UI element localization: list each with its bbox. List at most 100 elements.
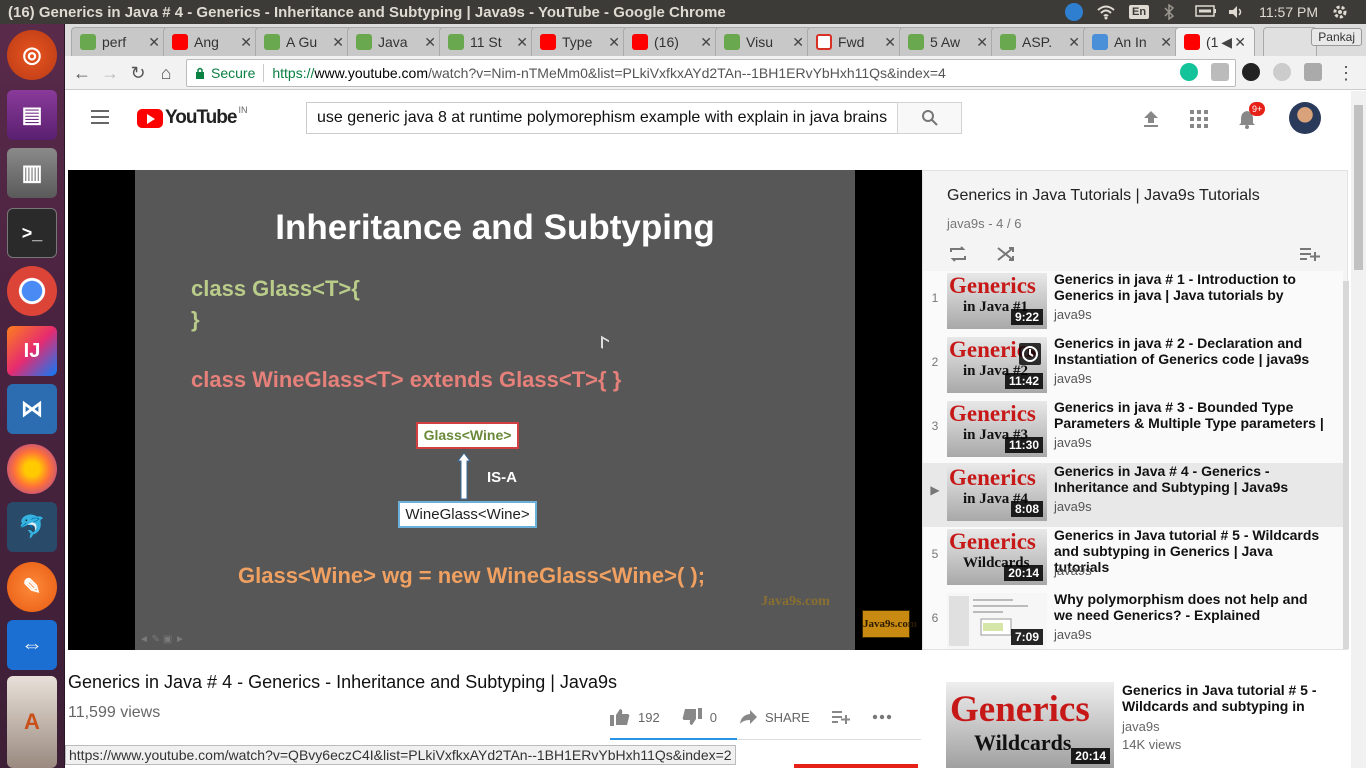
close-tab-icon[interactable]: ✕ (700, 34, 712, 51)
account-avatar[interactable] (1289, 102, 1321, 134)
settings-gear-icon[interactable] (1332, 4, 1350, 20)
hamburger-menu-icon[interactable] (91, 110, 109, 124)
extension-icon[interactable] (1273, 63, 1291, 81)
browser-tab[interactable]: Visu ✕ (715, 27, 813, 56)
video-player[interactable]: Inheritance and Subtyping class Glass<T>… (68, 170, 922, 650)
intellij-icon[interactable]: IJ (7, 326, 57, 376)
close-tab-icon[interactable]: ✕ (240, 34, 252, 51)
shuffle-icon[interactable] (995, 243, 1017, 265)
extension-icon[interactable] (1304, 63, 1322, 81)
tab-favicon-icon (356, 34, 372, 50)
close-tab-icon[interactable]: ✕ (1068, 34, 1080, 51)
home-icon[interactable]: ⌂ (155, 62, 177, 84)
volume-icon[interactable] (1227, 4, 1245, 20)
back-icon[interactable]: ← (71, 62, 93, 84)
software-store-icon[interactable]: A (7, 676, 57, 768)
up-next-thumbnail[interactable]: Generics Wildcards 20:14 (946, 682, 1114, 768)
browser-tab[interactable]: Ang ✕ (163, 27, 261, 56)
close-tab-icon[interactable]: ✕ (884, 34, 896, 51)
more-actions-icon[interactable] (872, 714, 892, 720)
search-button[interactable] (897, 102, 962, 134)
extension-icon[interactable] (1242, 63, 1260, 81)
browser-tab[interactable]: Java ✕ (347, 27, 445, 56)
close-tab-icon[interactable]: ✕ (516, 34, 528, 51)
browser-tab[interactable]: A Gu ✕ (255, 27, 353, 56)
chrome-menu-icon[interactable]: ⋮ (1335, 62, 1357, 84)
tab-label: Java (378, 34, 408, 50)
secure-indicator[interactable]: Secure (187, 65, 255, 81)
extension-icon[interactable] (1211, 63, 1229, 81)
wifi-icon[interactable] (1097, 4, 1115, 20)
youtube-logo[interactable]: YouTube IN (137, 105, 247, 129)
like-button[interactable]: 192 (610, 708, 660, 726)
playlist-item[interactable]: 5 Generics Wildcards 20:14 Generics in J… (923, 527, 1343, 591)
files-app-icon[interactable]: ▤ (7, 90, 57, 140)
subscribe-button-peek[interactable] (794, 764, 918, 768)
playlist-item[interactable]: 1 Generics in Java #1 9:22 Generics in j… (923, 271, 1343, 335)
battery-icon[interactable] (1195, 4, 1217, 20)
playlist-item[interactable]: 6 7:09 Why polymorphism does not help an… (923, 591, 1343, 655)
scrollbar-thumb[interactable] (1354, 105, 1363, 270)
search-input[interactable]: use generic java 8 at runtime polymoreph… (306, 102, 898, 134)
ubuntu-dash-icon[interactable]: ◎ (7, 30, 57, 80)
playlist-item-index: 6 (931, 611, 939, 625)
terminal-icon[interactable]: >_ (7, 208, 57, 258)
close-tab-icon[interactable]: ✕ (976, 34, 988, 51)
video-title: Generics in Java # 4 - Generics - Inheri… (68, 672, 617, 692)
teamviewer-icon[interactable]: ⇔ (7, 620, 57, 670)
browser-tab[interactable]: 5 Aw ✕ (899, 27, 997, 56)
clock[interactable]: 11:57 PM (1259, 4, 1318, 20)
playlist-item[interactable]: 3 Generics in Java #3 11:30 Generics in … (923, 399, 1343, 463)
close-tab-icon[interactable]: ✕ (148, 34, 160, 51)
loop-playlist-icon[interactable] (947, 243, 969, 265)
playlist-item-now-playing[interactable]: ▶ Generics in Java #4 8:08 Generics in J… (923, 463, 1343, 527)
reload-icon[interactable]: ↻ (127, 62, 149, 84)
browser-tab[interactable]: An In ✕ (1083, 27, 1181, 56)
browser-tab[interactable]: perf ✕ (71, 27, 169, 56)
watch-later-clock-icon[interactable] (1019, 343, 1041, 365)
view-count: 11,599 views (68, 704, 161, 721)
browser-tab[interactable]: ASP. ✕ (991, 27, 1089, 56)
chrome-icon[interactable] (7, 266, 57, 316)
new-tab-button[interactable] (1263, 27, 1317, 56)
page-scrollbar[interactable] (1351, 91, 1366, 768)
forward-icon[interactable]: → (99, 62, 121, 84)
close-tab-icon[interactable]: ✕ (792, 34, 804, 51)
apps-grid-icon[interactable] (1188, 108, 1210, 130)
keyboard-layout-indicator[interactable]: En (1129, 5, 1150, 19)
mute-tab-icon[interactable]: ◀ (1221, 34, 1232, 51)
profile-button[interactable]: Pankaj (1311, 28, 1362, 46)
close-tab-icon[interactable]: ✕ (332, 34, 344, 51)
accessibility-icon[interactable] (1065, 3, 1084, 21)
address-bar[interactable]: Secure https://www.youtube.com/watch?v=N… (186, 59, 1236, 87)
sentiment-bar (610, 738, 737, 740)
file-manager-icon[interactable]: ▥ (7, 148, 57, 198)
close-tab-icon[interactable]: ✕ (424, 34, 436, 51)
close-tab-icon[interactable]: ✕ (1160, 34, 1172, 51)
bluetooth-icon[interactable] (1163, 3, 1181, 21)
playlist-item[interactable]: 2 Generics in Java #2 11:42 Generics in … (923, 335, 1343, 399)
postman-icon[interactable]: ✎ (7, 562, 57, 612)
share-button[interactable]: SHARE (739, 709, 810, 725)
tab-label: 11 St (470, 34, 502, 50)
browser-tab[interactable]: (16) ✕ (623, 27, 721, 56)
close-tab-icon[interactable]: ✕ (608, 34, 620, 51)
dislike-button[interactable]: 0 (682, 708, 717, 726)
close-tab-icon[interactable]: ✕ (1234, 34, 1246, 51)
grammarly-extension-icon[interactable] (1180, 63, 1198, 81)
playlist-title[interactable]: Generics in Java Tutorials | Java9s Tuto… (947, 187, 1260, 205)
firefox-icon[interactable] (7, 444, 57, 494)
thumbs-up-icon (610, 709, 630, 726)
upload-icon[interactable] (1140, 108, 1162, 130)
add-to-playlist-button[interactable] (831, 710, 850, 724)
mysql-workbench-icon[interactable]: 🐬 (7, 502, 57, 552)
browser-tab-active[interactable]: (1 ◀ ✕ (1175, 27, 1255, 56)
browser-tab[interactable]: Fwd ✕ (807, 27, 905, 56)
vscode-icon[interactable]: ⋈ (7, 384, 57, 434)
browser-tab[interactable]: Type ✕ (531, 27, 629, 56)
browser-tab[interactable]: 11 St ✕ (439, 27, 537, 56)
up-next-title[interactable]: Generics in Java tutorial # 5 - Wildcard… (1122, 682, 1342, 714)
up-next-channel[interactable]: java9s (1122, 719, 1160, 734)
playlist-scrollbar[interactable] (1343, 281, 1349, 649)
save-playlist-icon[interactable] (1299, 243, 1321, 265)
